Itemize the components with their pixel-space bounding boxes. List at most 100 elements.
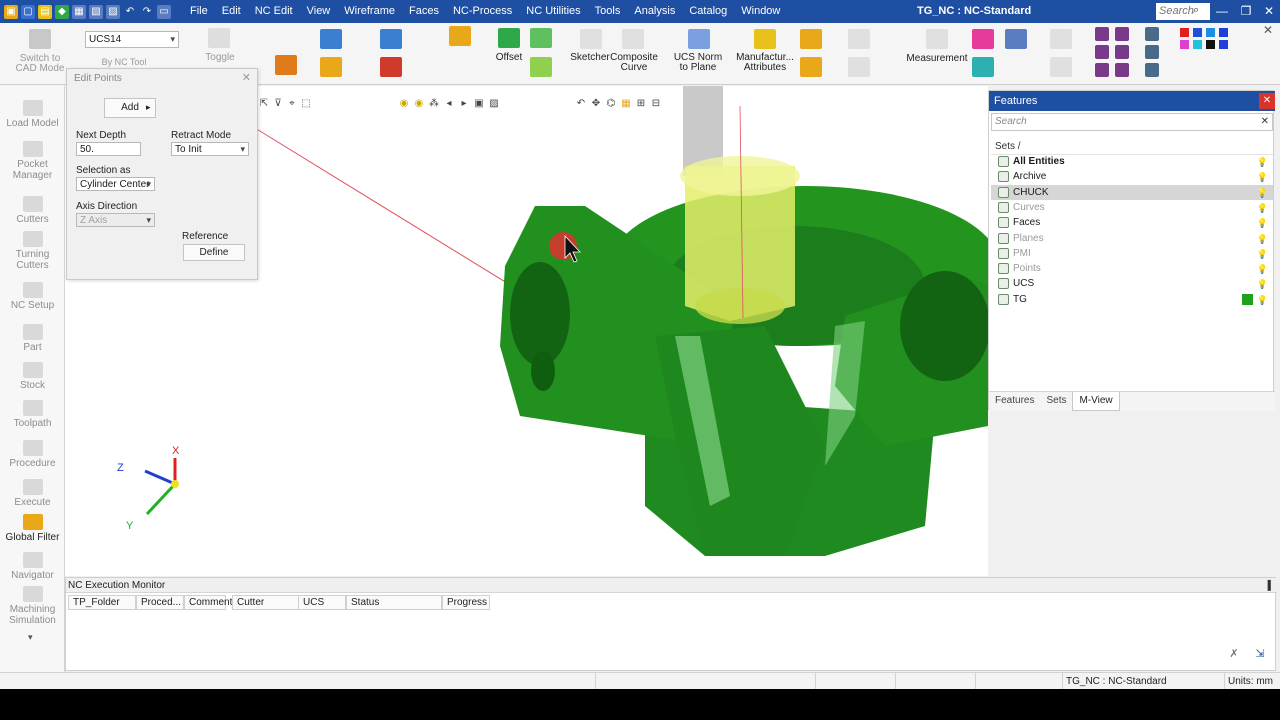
app-logo-icon[interactable]: ▣ xyxy=(4,4,18,19)
ribbon-close-icon[interactable]: ✕ xyxy=(1263,24,1273,36)
menu-analysis[interactable]: Analysis xyxy=(627,0,682,23)
view-top-icon[interactable] xyxy=(1095,45,1109,59)
sidebar-item-load-model[interactable]: Load Model xyxy=(0,100,65,129)
sidebar-item-navigator[interactable]: Navigator xyxy=(0,552,65,581)
toggle-button[interactable]: Toggle xyxy=(200,53,240,63)
set-row-ucs[interactable]: UCS 💡 xyxy=(991,276,1273,291)
search-icon[interactable]: ⌕ xyxy=(1193,4,1207,18)
view-right-icon[interactable] xyxy=(1115,27,1129,41)
color-swatch[interactable] xyxy=(1193,40,1202,49)
undo-view-icon[interactable]: ↶ xyxy=(575,98,587,110)
arrow-right-icon[interactable]: ▸ xyxy=(458,98,470,110)
surface2-icon[interactable] xyxy=(530,57,552,77)
sidebar-item-part[interactable]: Part xyxy=(0,324,65,353)
column-header-tp-folder[interactable]: TP_Folder xyxy=(68,595,136,610)
sidebar-item-global-filter[interactable]: Global Filter xyxy=(0,514,65,543)
menu-tools[interactable]: Tools xyxy=(588,0,628,23)
color-swatch[interactable] xyxy=(1180,40,1189,49)
selection-as-select[interactable]: Cylinder Center xyxy=(76,177,155,191)
menu-wireframe[interactable]: Wireframe xyxy=(337,0,402,23)
surface-icon[interactable] xyxy=(530,28,552,48)
select-icon[interactable]: ⌖ xyxy=(286,98,298,110)
column-header-proced-[interactable]: Proced... xyxy=(136,595,184,610)
color-swatch[interactable] xyxy=(1219,28,1228,37)
shade-icon[interactable] xyxy=(972,57,994,77)
set-row-chuck[interactable]: CHUCK 💡 xyxy=(991,184,1273,200)
layer3-icon[interactable] xyxy=(1145,63,1159,77)
filter-icon[interactable]: ⊽ xyxy=(272,98,284,110)
undo-icon[interactable]: ↶ xyxy=(123,5,137,19)
export-icon[interactable]: ⇲ xyxy=(1251,646,1269,662)
sketcher-button[interactable]: Sketcher xyxy=(568,53,612,63)
move-icon[interactable]: ✥ xyxy=(590,98,602,110)
paste-icon[interactable]: ▨ xyxy=(106,4,120,19)
retract-mode-select[interactable]: To Init xyxy=(171,142,249,156)
box-select-icon[interactable]: ⬚ xyxy=(300,98,312,110)
column-header-cutter[interactable]: Cutter xyxy=(232,595,304,610)
display-icon[interactable] xyxy=(1005,29,1027,49)
dimension-icon[interactable] xyxy=(848,29,870,49)
sidebar-item-machining-simulation[interactable]: Machining Simulation xyxy=(0,586,65,626)
clear-icon[interactable]: ✗ xyxy=(1225,646,1243,662)
view-back-icon[interactable] xyxy=(1115,63,1129,77)
chuck-icon[interactable] xyxy=(380,57,402,77)
column-header-progress[interactable]: Progress xyxy=(442,595,490,610)
layer2-icon[interactable] xyxy=(1145,45,1159,59)
sidebar-item-execute[interactable]: Execute xyxy=(0,479,65,508)
snap-active-icon[interactable]: ▦ xyxy=(620,98,632,110)
menu-file[interactable]: File xyxy=(183,0,215,23)
sidebar-item-pocket-manager[interactable]: Pocket Manager xyxy=(0,141,65,181)
sidebar-item-cutters[interactable]: Cutters xyxy=(0,196,65,225)
visibility-bulb-icon[interactable]: 💡 xyxy=(1257,277,1268,292)
tab-m-view[interactable]: M-View xyxy=(1072,392,1120,411)
sidebar-item-turning-cutters[interactable]: Turning Cutters xyxy=(0,231,65,271)
search-clear-icon[interactable]: ✕ xyxy=(1261,114,1269,130)
visibility-bulb-icon[interactable]: 💡 xyxy=(1257,262,1268,277)
column-header-comment[interactable]: Comment xyxy=(184,595,232,610)
color-swatch[interactable] xyxy=(1193,28,1202,37)
sheet-icon[interactable] xyxy=(320,29,342,49)
visibility-bulb-icon[interactable]: 💡 xyxy=(1257,293,1268,308)
box-tool-icon[interactable] xyxy=(275,55,297,75)
visibility-bulb-icon[interactable]: 💡 xyxy=(1257,155,1268,170)
color-swatch[interactable] xyxy=(1180,28,1189,37)
visibility-bulb-icon[interactable]: 💡 xyxy=(1257,201,1268,216)
print-icon[interactable]: ▦ xyxy=(72,4,86,19)
sidebar-item-nc-setup[interactable]: NC Setup xyxy=(0,282,65,311)
sidebar-item-toolpath[interactable]: Toolpath xyxy=(0,400,65,429)
manufacturing-attributes-button[interactable]: Manufactur... Attributes xyxy=(735,53,795,73)
group-icon[interactable]: ⁂ xyxy=(428,98,440,110)
copy-icon[interactable]: ▧ xyxy=(89,4,103,19)
attr-icon[interactable] xyxy=(800,29,822,49)
cube2-icon[interactable]: ▨ xyxy=(488,98,500,110)
view-iso-icon[interactable] xyxy=(1095,63,1109,77)
view-left-icon[interactable] xyxy=(1115,45,1129,59)
visibility-bulb-icon[interactable]: 💡 xyxy=(1257,232,1268,247)
color-swatch[interactable] xyxy=(1219,40,1228,49)
menu-faces[interactable]: Faces xyxy=(402,0,446,23)
text-icon[interactable] xyxy=(848,57,870,77)
visibility-bulb-icon[interactable]: 💡 xyxy=(1257,216,1268,231)
window-icon[interactable]: ▭ xyxy=(157,4,171,19)
pin-icon[interactable]: ▌ xyxy=(1268,578,1274,593)
new-file-icon[interactable]: ▢ xyxy=(21,4,35,19)
view-front-icon[interactable] xyxy=(1095,27,1109,41)
snap-icon[interactable]: ⌬ xyxy=(605,98,617,110)
menu-edit[interactable]: Edit xyxy=(215,0,248,23)
set-row-pmi[interactable]: PMI 💡 xyxy=(991,246,1273,261)
list-icon[interactable] xyxy=(320,57,342,77)
column-header-status[interactable]: Status xyxy=(346,595,442,610)
grid-icon[interactable]: ⊞ xyxy=(635,98,647,110)
menu-nc-edit[interactable]: NC Edit xyxy=(248,0,300,23)
arrow-left-icon[interactable]: ◂ xyxy=(443,98,455,110)
visibility-bulb-icon[interactable]: 💡 xyxy=(1257,247,1268,262)
redo-icon[interactable]: ↷ xyxy=(140,5,154,19)
active-tool-icon[interactable] xyxy=(449,26,471,46)
set-row-faces[interactable]: Faces 💡 xyxy=(991,215,1273,230)
define-button[interactable]: Define xyxy=(183,244,245,261)
maximize-button[interactable]: ❐ xyxy=(1234,0,1258,23)
menu-catalog[interactable]: Catalog xyxy=(682,0,734,23)
sidebar-item-stock[interactable]: Stock xyxy=(0,362,65,391)
render-icon[interactable] xyxy=(972,29,994,49)
layer-icon[interactable] xyxy=(1145,27,1159,41)
